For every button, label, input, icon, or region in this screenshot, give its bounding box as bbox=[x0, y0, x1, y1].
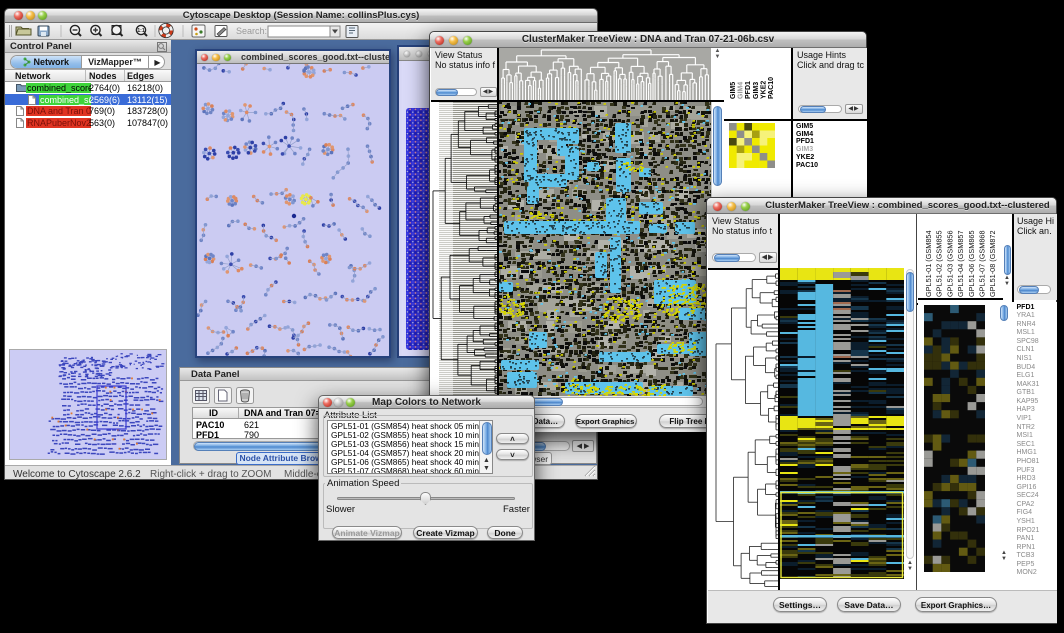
svg-text:GPL51-03 (GSM856: GPL51-03 (GSM856 bbox=[945, 230, 954, 297]
svg-text:GPL51-04 (GSM857: GPL51-04 (GSM857 bbox=[956, 230, 965, 297]
svg-text:PAC10: PAC10 bbox=[768, 77, 775, 99]
svg-text:GIM5: GIM5 bbox=[730, 82, 737, 99]
svg-text:GPL51-07 (GSM868: GPL51-07 (GSM868 bbox=[978, 230, 987, 297]
svg-text:YKE2: YKE2 bbox=[760, 81, 767, 99]
svg-text:1:1: 1:1 bbox=[137, 28, 144, 34]
svg-text:Search:: Search: bbox=[236, 26, 267, 36]
svg-text:PFD1: PFD1 bbox=[745, 81, 752, 99]
svg-text:GIM3: GIM3 bbox=[753, 82, 760, 99]
svg-text:GPL51-06 (GSM865: GPL51-06 (GSM865 bbox=[967, 230, 976, 297]
svg-text:GIM4: GIM4 bbox=[738, 82, 745, 99]
svg-text:GPL51-01 (GSM854: GPL51-01 (GSM854 bbox=[924, 230, 933, 297]
svg-text:GPL51-08 (GSM872: GPL51-08 (GSM872 bbox=[988, 230, 997, 297]
svg-text:GPL51-02 (GSM855: GPL51-02 (GSM855 bbox=[935, 230, 944, 297]
